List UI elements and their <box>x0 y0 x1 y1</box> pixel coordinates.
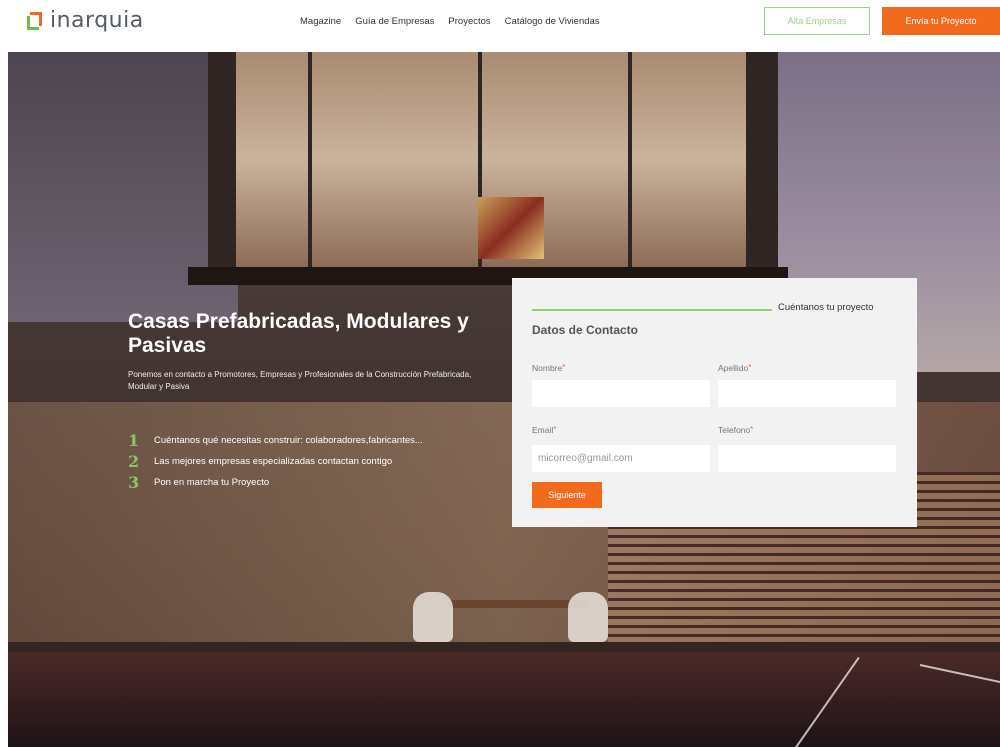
required-mark: * <box>748 363 752 372</box>
site-header: inarquia Magazine Guía de Empresas Proye… <box>0 0 1000 44</box>
list-item: 3 Pon en marcha tu Proyecto <box>128 472 498 493</box>
required-mark: * <box>562 363 566 372</box>
hero-title: Casas Prefabricadas, Modulares y Pasivas <box>128 310 469 357</box>
email-field[interactable] <box>532 445 710 472</box>
form-title: Datos de Contacto <box>532 323 639 337</box>
main-nav: Magazine Guía de Empresas Proyectos Catá… <box>300 16 600 27</box>
step-text: Cuéntanos qué necesitas construir: colab… <box>154 435 423 446</box>
step-text: Pon en marcha tu Proyecto <box>154 477 270 488</box>
apellido-field[interactable] <box>718 380 896 407</box>
list-item: 1 Cuéntanos qué necesitas construir: col… <box>128 430 498 451</box>
steps-list: 1 Cuéntanos qué necesitas construir: col… <box>128 430 498 493</box>
step-text: Las mejores empresas especializadas cont… <box>154 456 393 467</box>
nav-item-magazine[interactable]: Magazine <box>300 16 341 27</box>
envia-proyecto-button[interactable]: Envía tu Proyecto <box>882 7 1000 35</box>
logo-text: inarquia <box>50 8 144 33</box>
required-mark: * <box>553 425 557 434</box>
telefono-field[interactable] <box>718 445 896 472</box>
step-number: 3 <box>128 473 140 492</box>
required-mark: * <box>750 425 754 434</box>
step-number: 2 <box>128 452 140 471</box>
telefono-label: Telefono* <box>718 425 754 435</box>
email-label: Email* <box>532 425 557 435</box>
nav-item-proyectos[interactable]: Proyectos <box>448 16 490 27</box>
contact-form-card: Cuéntanos tu proyecto Datos de Contacto … <box>512 278 917 527</box>
nav-item-catalogo[interactable]: Catálogo de Viviendas <box>505 16 600 27</box>
siguiente-button[interactable]: Siguiente <box>532 482 602 508</box>
progress-rule <box>532 309 772 311</box>
alta-empresas-button[interactable]: Alta Empresas <box>764 7 870 35</box>
nav-item-guia-empresas[interactable]: Guía de Empresas <box>355 16 434 27</box>
chair-decoration <box>568 592 608 642</box>
painting-decoration <box>478 197 544 259</box>
table-decoration <box>448 600 588 608</box>
nombre-label: Nombre* <box>532 363 566 373</box>
logo-icon <box>26 11 46 31</box>
apellido-label: Apellido* <box>718 363 752 373</box>
hero-subtitle: Ponemos en contacto a Promotores, Empres… <box>128 370 472 391</box>
list-item: 2 Las mejores empresas especializadas co… <box>128 451 498 472</box>
nombre-field[interactable] <box>532 380 710 407</box>
step-number: 1 <box>128 431 140 450</box>
logo[interactable]: inarquia <box>26 8 144 33</box>
form-step-label: Cuéntanos tu proyecto <box>778 302 874 313</box>
chair-decoration <box>413 592 453 642</box>
